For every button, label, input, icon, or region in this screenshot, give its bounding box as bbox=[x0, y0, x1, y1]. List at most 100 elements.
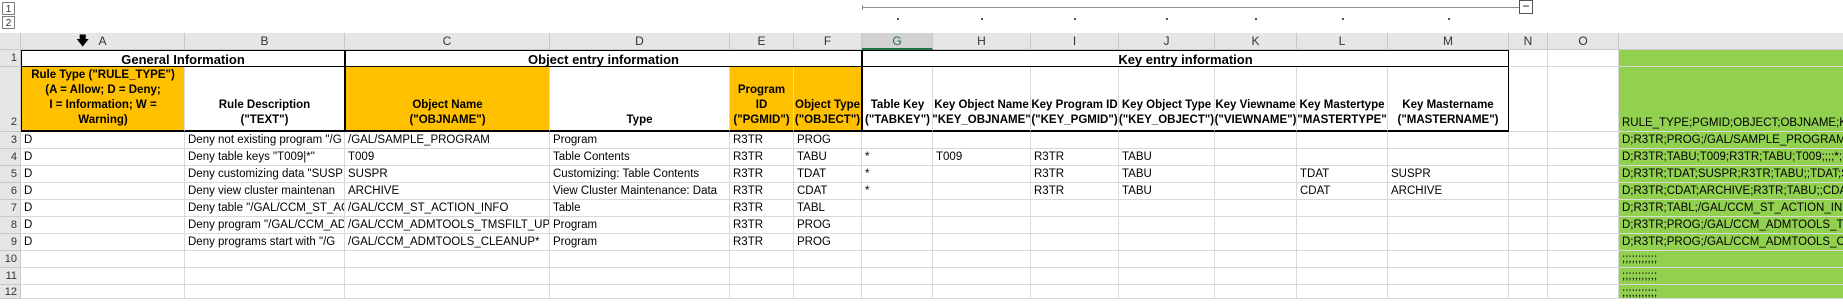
header-p[interactable]: RULE_TYPE;PGMID;OBJECT;OBJNAME;KEY_PGM bbox=[1619, 67, 1843, 132]
cell-i3[interactable] bbox=[1031, 132, 1119, 149]
cell-j6[interactable]: TABU bbox=[1119, 183, 1215, 200]
select-all-corner[interactable] bbox=[0, 33, 21, 50]
cell-o10[interactable] bbox=[1548, 251, 1619, 268]
cell-d9[interactable]: Program bbox=[550, 234, 730, 251]
cell-e4[interactable]: R3TR bbox=[730, 149, 794, 166]
header-f[interactable]: Object Type ("OBJECT") bbox=[794, 67, 862, 132]
cell-h12[interactable] bbox=[933, 285, 1031, 299]
cell-o8[interactable] bbox=[1548, 217, 1619, 234]
cell-g10[interactable] bbox=[862, 251, 933, 268]
cell-i10[interactable] bbox=[1031, 251, 1119, 268]
cell-p9[interactable]: D;R3TR;PROG;/GAL/CCM_ADMTOOLS_CLEANU bbox=[1619, 234, 1843, 251]
cell-b6[interactable]: Deny view cluster maintenan bbox=[185, 183, 345, 200]
cell-o5[interactable] bbox=[1548, 166, 1619, 183]
cell-l12[interactable] bbox=[1297, 285, 1388, 299]
cell-c10[interactable] bbox=[345, 251, 550, 268]
cell-k10[interactable] bbox=[1215, 251, 1297, 268]
column-header-m[interactable]: M bbox=[1388, 33, 1509, 50]
column-header-e[interactable]: E bbox=[730, 33, 794, 50]
header-o[interactable] bbox=[1548, 67, 1619, 132]
cell-p5[interactable]: D;R3TR;TDAT;SUSPR;R3TR;TABU;;TDAT;SUSPR bbox=[1619, 166, 1843, 183]
cell-a9[interactable]: D bbox=[21, 234, 185, 251]
cell-g3[interactable] bbox=[862, 132, 933, 149]
cell-l7[interactable] bbox=[1297, 200, 1388, 217]
cell-n7[interactable] bbox=[1509, 200, 1548, 217]
cell-o6[interactable] bbox=[1548, 183, 1619, 200]
cell-d4[interactable]: Table Contents bbox=[550, 149, 730, 166]
cell-m5[interactable]: SUSPR bbox=[1388, 166, 1509, 183]
row-header-2[interactable]: 2 bbox=[0, 67, 21, 132]
cell-f12[interactable] bbox=[794, 285, 862, 299]
cell-e5[interactable]: R3TR bbox=[730, 166, 794, 183]
cell-l10[interactable] bbox=[1297, 251, 1388, 268]
cell-j7[interactable] bbox=[1119, 200, 1215, 217]
column-header-k[interactable]: K bbox=[1215, 33, 1297, 50]
cell-o1[interactable] bbox=[1548, 50, 1619, 67]
cell-n6[interactable] bbox=[1509, 183, 1548, 200]
cell-f5[interactable]: TDAT bbox=[794, 166, 862, 183]
row-header-11[interactable]: 11 bbox=[0, 268, 21, 285]
cell-l11[interactable] bbox=[1297, 268, 1388, 285]
cell-m7[interactable] bbox=[1388, 200, 1509, 217]
cell-g4[interactable]: * bbox=[862, 149, 933, 166]
cell-h5[interactable] bbox=[933, 166, 1031, 183]
cell-o7[interactable] bbox=[1548, 200, 1619, 217]
cell-p3[interactable]: D;R3TR;PROG;/GAL/SAMPLE_PROGRAM;;;;;;;;D bbox=[1619, 132, 1843, 149]
cell-e6[interactable]: R3TR bbox=[730, 183, 794, 200]
cell-c8[interactable]: /GAL/CCM_ADMTOOLS_TMSFILT_UPL bbox=[345, 217, 550, 234]
cell-p4[interactable]: D;R3TR;TABU;T009;R3TR;TABU;T009;;;;*;Den… bbox=[1619, 149, 1843, 166]
cell-g5[interactable]: * bbox=[862, 166, 933, 183]
cell-f6[interactable]: CDAT bbox=[794, 183, 862, 200]
cell-g6[interactable]: * bbox=[862, 183, 933, 200]
header-b[interactable]: Rule Description ("TEXT") bbox=[185, 67, 345, 132]
cell-h6[interactable] bbox=[933, 183, 1031, 200]
header-e[interactable]: Program ID ("PGMID") bbox=[730, 67, 794, 132]
cell-a10[interactable] bbox=[21, 251, 185, 268]
cell-a7[interactable]: D bbox=[21, 200, 185, 217]
cell-c6[interactable]: ARCHIVE bbox=[345, 183, 550, 200]
cell-e9[interactable]: R3TR bbox=[730, 234, 794, 251]
cell-e12[interactable] bbox=[730, 285, 794, 299]
cell-n4[interactable] bbox=[1509, 149, 1548, 166]
cell-j3[interactable] bbox=[1119, 132, 1215, 149]
cell-b7[interactable]: Deny table "/GAL/CCM_ST_AC bbox=[185, 200, 345, 217]
row-header-8[interactable]: 8 bbox=[0, 217, 21, 234]
cell-m6[interactable]: ARCHIVE bbox=[1388, 183, 1509, 200]
cell-g9[interactable] bbox=[862, 234, 933, 251]
row-header-3[interactable]: 3 bbox=[0, 132, 21, 149]
cell-n5[interactable] bbox=[1509, 166, 1548, 183]
cell-l4[interactable] bbox=[1297, 149, 1388, 166]
cell-j4[interactable]: TABU bbox=[1119, 149, 1215, 166]
cell-c3[interactable]: /GAL/SAMPLE_PROGRAM bbox=[345, 132, 550, 149]
header-g[interactable]: Table Key ("TABKEY") bbox=[862, 67, 933, 132]
cell-a6[interactable]: D bbox=[21, 183, 185, 200]
outline-level-1-button[interactable]: 1 bbox=[2, 2, 15, 15]
column-header-f[interactable]: F bbox=[794, 33, 862, 50]
header-m[interactable]: Key Mastername ("MASTERNAME") bbox=[1388, 67, 1509, 132]
cell-k9[interactable] bbox=[1215, 234, 1297, 251]
cell-f8[interactable]: PROG bbox=[794, 217, 862, 234]
column-header-c[interactable]: C bbox=[345, 33, 550, 50]
cell-h9[interactable] bbox=[933, 234, 1031, 251]
outline-collapse-button[interactable]: − bbox=[1519, 0, 1533, 14]
cell-a5[interactable]: D bbox=[21, 166, 185, 183]
cell-i8[interactable] bbox=[1031, 217, 1119, 234]
cell-c11[interactable] bbox=[345, 268, 550, 285]
cell-l6[interactable]: CDAT bbox=[1297, 183, 1388, 200]
header-k[interactable]: Key Viewname ("VIEWNAME") bbox=[1215, 67, 1297, 132]
cell-b12[interactable] bbox=[185, 285, 345, 299]
cell-b3[interactable]: Deny not existing program "/G bbox=[185, 132, 345, 149]
cell-d10[interactable] bbox=[550, 251, 730, 268]
cell-e11[interactable] bbox=[730, 268, 794, 285]
cell-c9[interactable]: /GAL/CCM_ADMTOOLS_CLEANUP* bbox=[345, 234, 550, 251]
outline-level-2-button[interactable]: 2 bbox=[2, 16, 15, 29]
header-h[interactable]: Key Object Name ("KEY_OBJNAME") bbox=[933, 67, 1031, 132]
cell-p12[interactable]: ;;;;;;;;;;; bbox=[1619, 285, 1843, 299]
row-header-10[interactable]: 10 bbox=[0, 251, 21, 268]
cell-h4[interactable]: T009 bbox=[933, 149, 1031, 166]
cell-f11[interactable] bbox=[794, 268, 862, 285]
cell-m9[interactable] bbox=[1388, 234, 1509, 251]
cell-p11[interactable]: ;;;;;;;;;;; bbox=[1619, 268, 1843, 285]
cell-k12[interactable] bbox=[1215, 285, 1297, 299]
cell-o3[interactable] bbox=[1548, 132, 1619, 149]
